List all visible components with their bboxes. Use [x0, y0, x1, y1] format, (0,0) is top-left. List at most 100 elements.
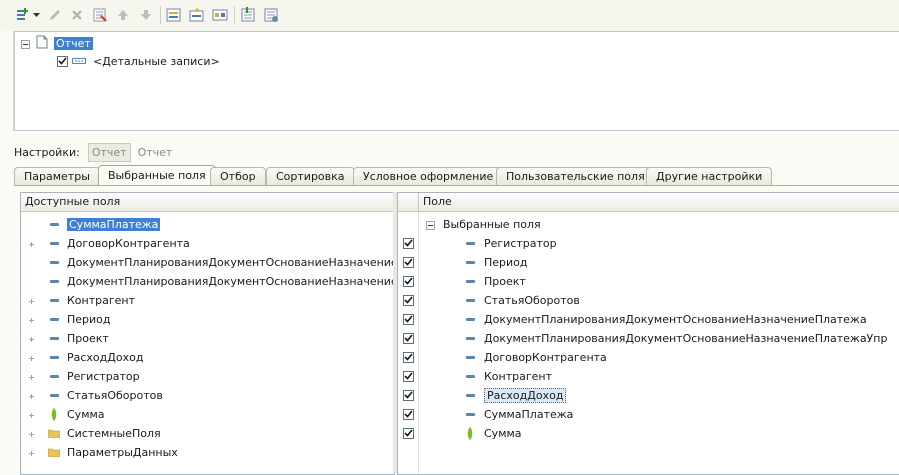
row-checkbox-cell[interactable] — [403, 234, 414, 252]
expand-icon[interactable] — [27, 391, 36, 400]
settings-report-link[interactable]: Отчет — [135, 144, 176, 161]
settings-icon[interactable] — [239, 6, 257, 24]
checkbox[interactable] — [403, 408, 414, 420]
list-item-label: СуммаПлатежа — [67, 217, 161, 231]
expand-icon[interactable] — [27, 334, 36, 343]
list-item-label: СистемныеПоля — [67, 426, 161, 440]
list-item[interactable]: СуммаПлатежа — [27, 215, 161, 233]
checkbox[interactable] — [403, 275, 414, 287]
group-up-icon[interactable] — [188, 6, 206, 24]
field-icon — [464, 374, 476, 378]
structure-tree: Отчет <Детальные записи> — [14, 31, 899, 131]
checkbox[interactable] — [403, 427, 414, 439]
tab-conditional-formatting[interactable]: Условное оформление — [353, 167, 504, 185]
tab-other-settings[interactable]: Другие настройки — [646, 167, 773, 185]
row-checkbox-cell[interactable] — [403, 253, 414, 271]
tab-user-fields[interactable]: Пользовательские поля — [496, 167, 655, 185]
settings-alt-icon[interactable] — [262, 6, 280, 24]
checkbox[interactable] — [57, 55, 68, 67]
table-row[interactable]: Сумма — [464, 424, 522, 442]
table-row[interactable]: ДокументПланированияДокументОснованиеНаз… — [464, 310, 867, 328]
list-item[interactable]: Регистратор — [27, 367, 140, 385]
list-item[interactable]: СистемныеПоля — [27, 424, 161, 442]
row-checkbox-cell[interactable] — [403, 329, 414, 347]
settings-report-button[interactable]: Отчет — [87, 142, 131, 162]
checkbox[interactable] — [403, 332, 414, 344]
table-row[interactable]: Проект — [464, 272, 526, 290]
table-row[interactable]: Регистратор — [464, 234, 557, 252]
list-item-label: Регистратор — [67, 369, 140, 383]
move-up-icon[interactable] — [114, 6, 132, 24]
list-item-label: ПараметрыДанных — [67, 445, 178, 459]
collapse-icon[interactable] — [426, 220, 435, 230]
list-item[interactable]: ПараметрыДанных — [27, 443, 178, 461]
list-item[interactable]: Период — [27, 310, 111, 328]
list-item-label: СуммаПлатежа — [484, 407, 574, 421]
field-icon — [464, 336, 476, 340]
expand-icon[interactable] — [27, 410, 36, 419]
list-item[interactable]: Контрагент — [27, 291, 135, 309]
row-checkbox-cell[interactable] — [403, 386, 414, 404]
detail-records-icon — [72, 55, 86, 68]
delete-icon[interactable] — [68, 6, 86, 24]
tab-filter[interactable]: Отбор — [210, 167, 266, 185]
expand-icon[interactable] — [27, 296, 36, 305]
field-icon — [48, 222, 60, 226]
table-row[interactable]: Контрагент — [464, 367, 552, 385]
list-item-label: СтатьяОборотов — [67, 388, 163, 402]
checkbox[interactable] — [403, 294, 414, 306]
expand-icon[interactable] — [27, 315, 36, 324]
properties-icon[interactable] — [91, 6, 109, 24]
field-column-header[interactable]: Поле — [419, 193, 899, 212]
row-checkbox-cell[interactable] — [403, 424, 414, 442]
checkbox[interactable] — [403, 351, 414, 363]
checkbox[interactable] — [403, 389, 414, 401]
list-item[interactable]: Проект — [27, 329, 109, 347]
expand-icon[interactable] — [27, 448, 36, 457]
checkbox[interactable] — [403, 237, 414, 249]
list-item[interactable]: РасходДоход — [27, 348, 143, 366]
table-row[interactable]: ДокументПланированияДокументОснованиеНаз… — [464, 329, 887, 347]
field-icon — [464, 412, 476, 416]
table-row[interactable]: РасходДоход — [464, 386, 567, 404]
tab-parameters[interactable]: Параметры — [14, 167, 100, 185]
row-checkbox-cell[interactable] — [403, 272, 414, 290]
checkbox[interactable] — [403, 256, 414, 268]
list-item[interactable]: ДокументПланированияДокументОснованиеНаз… — [27, 272, 394, 290]
tree-node-detail-records[interactable]: <Детальные записи> — [57, 52, 220, 70]
list-item[interactable]: Сумма — [27, 405, 105, 423]
list-item[interactable]: СтатьяОборотов — [27, 386, 163, 404]
tab-sorting[interactable]: Сортировка — [266, 167, 355, 185]
selected-fields-group[interactable]: Выбранные поля — [426, 215, 541, 233]
expand-icon[interactable] — [27, 353, 36, 362]
add-icon[interactable] — [14, 6, 32, 24]
row-checkbox-cell[interactable] — [403, 405, 414, 423]
group-icon[interactable] — [165, 6, 183, 24]
tree-node-label[interactable]: Отчет — [54, 36, 93, 50]
row-checkbox-cell[interactable] — [403, 348, 414, 366]
checkbox[interactable] — [403, 313, 414, 325]
list-item[interactable]: ДокументПланированияДокументОснованиеНаз… — [27, 253, 394, 271]
list-item-label: Период — [484, 255, 528, 269]
row-checkbox-cell[interactable] — [403, 367, 414, 385]
table-row[interactable]: СуммаПлатежа — [464, 405, 573, 423]
tree-node-label[interactable]: <Детальные записи> — [93, 55, 220, 68]
expand-icon[interactable] — [27, 429, 36, 438]
expand-icon[interactable] — [27, 372, 36, 381]
expand-icon[interactable] — [27, 239, 36, 248]
row-checkbox-cell[interactable] — [403, 310, 414, 328]
checkbox[interactable] — [403, 370, 414, 382]
table-row[interactable]: Период — [464, 253, 528, 271]
table-row[interactable]: ДоговорКонтрагента — [464, 348, 607, 366]
collapse-icon[interactable] — [21, 39, 30, 49]
toolbar — [0, 0, 899, 32]
edit-icon[interactable] — [46, 6, 64, 24]
move-down-icon[interactable] — [137, 6, 155, 24]
tab-selected-fields[interactable]: Выбранные поля — [98, 165, 216, 186]
list-item[interactable]: ДоговорКонтрагента — [27, 234, 190, 252]
chevron-down-icon[interactable] — [31, 6, 41, 24]
tree-node-report[interactable]: Отчет — [21, 34, 93, 52]
table-row[interactable]: СтатьяОборотов — [464, 291, 580, 309]
group-alt-icon[interactable] — [211, 6, 229, 24]
row-checkbox-cell[interactable] — [403, 291, 414, 309]
